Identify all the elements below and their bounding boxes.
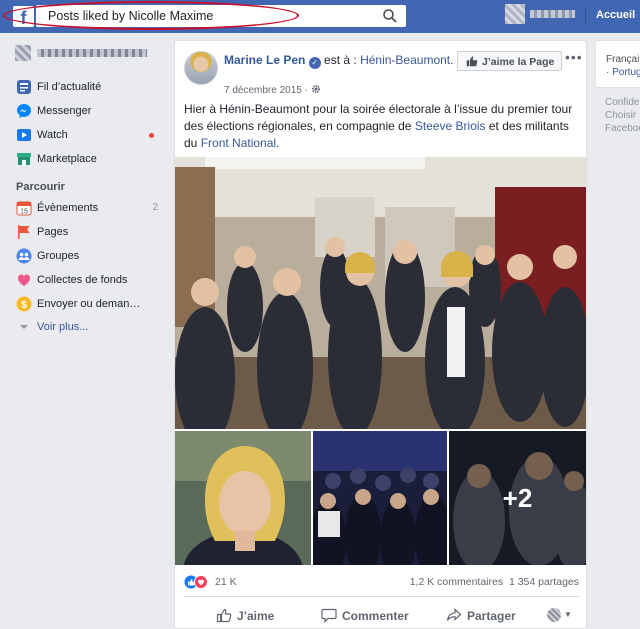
footer-links: Confide Choisir Faceboo [605,96,640,135]
profile-avatar[interactable] [15,45,31,61]
share-icon [446,608,462,621]
language-link-portuguese[interactable]: · Portug [606,67,640,78]
footer-link-choices[interactable]: Choisir [605,110,636,121]
mention-link-steeve-briois[interactable]: Steeve Briois [415,119,486,133]
more-options-icon[interactable]: ••• [565,49,583,65]
privacy-gear-icon [311,84,320,94]
user-avatar[interactable] [505,4,525,24]
topbar-divider [585,8,586,24]
money-icon: $ [16,296,32,312]
comment-icon [321,608,337,623]
fundraiser-icon [18,274,30,286]
footer-link-privacy[interactable]: Confide [605,97,639,108]
more-photos-overlay[interactable]: +2 [449,431,586,565]
location-link[interactable]: Hénin-Beaumont. [360,53,453,67]
news-feed-icon [17,80,31,94]
calendar-icon: 15 [16,201,32,216]
chevron-down-icon[interactable]: ▼ [564,610,572,619]
sidebar-item-label: Watch [37,129,68,141]
facebook-logo-icon[interactable]: f [13,6,34,27]
reaction-count[interactable]: 21 K [215,576,237,588]
sidebar-item-fundraisers[interactable]: Collectes de fonds [16,271,166,289]
post-date-text[interactable]: 7 décembre 2015 · [224,85,308,96]
search-input[interactable]: Posts liked by Nicolle Maxime [48,9,213,23]
portrait-photo [175,431,311,565]
crowd-photo [313,431,447,565]
reactions-bar: 21 K 1,2 K commentaires 1 354 partages [184,574,579,590]
at-text: est à : [324,53,357,67]
marketplace-icon [17,153,31,165]
notification-dot [149,133,154,138]
sidebar-item-groups[interactable]: Groupes [16,247,166,265]
mention-link-front-national[interactable]: Front National [201,136,276,150]
language-box: Françai · Portug [595,40,640,88]
sidebar-item-news-feed[interactable]: Fil d’actualité [16,78,166,96]
user-name-blurred[interactable] [530,10,575,18]
sidebar-item-pages[interactable]: Pages [16,223,166,241]
more-photos-count: +2 [502,482,533,513]
language-links: Françai · Portug [606,53,640,79]
like-page-button[interactable]: J’aime la Page [457,51,562,71]
sidebar-item-label: Messenger [37,105,92,117]
post-photo-3[interactable] [313,431,447,565]
chevron-down-icon [20,325,28,329]
thumbs-up-icon [466,56,478,67]
post-card: Marine Le Pen ✓ est à : Hénin-Beaumont. … [174,40,587,629]
sidebar-item-label: Groupes [37,250,80,262]
footer-link-facebook[interactable]: Faceboo [605,123,640,134]
sidebar-item-events[interactable]: 15 Évènements 2 [16,199,166,217]
sidebar-item-watch[interactable]: Watch [16,126,166,144]
svg-text:$: $ [21,300,27,311]
post-photo-main[interactable] [175,157,586,429]
sidebar-item-label: Envoyer ou deman… [37,298,141,310]
sidebar-item-messenger[interactable]: Messenger [16,102,166,120]
sidebar-see-more[interactable]: Voir plus... [16,318,166,336]
like-page-label: J’aime la Page [482,56,555,68]
post-date[interactable]: 7 décembre 2015 · [224,84,321,96]
profile-name-blurred[interactable] [37,49,147,57]
sidebar-section-title: Parcourir [16,181,65,193]
messenger-icon [17,104,31,118]
sidebar-item-label: Fil d’actualité [37,81,102,93]
search-icon[interactable] [382,8,398,24]
groups-icon [16,248,32,264]
post-header: Marine Le Pen ✓ est à : Hénin-Beaumont. [224,52,454,69]
post-photo-4-more[interactable]: +2 [449,431,586,565]
search-box[interactable]: Posts liked by Nicolle Maxime [36,5,406,27]
comment-label: Commenter [342,609,409,623]
author-name-link[interactable]: Marine Le Pen [224,53,305,67]
verified-badge-icon: ✓ [308,57,321,69]
comments-count-link[interactable]: 1,2 K commentaires [410,576,503,588]
group-photo [175,157,586,429]
see-more-label: Voir plus... [37,321,89,333]
top-bar: f Posts liked by Nicolle Maxime Accueil [0,0,640,33]
events-count: 2 [152,202,158,213]
post-text: Hier à Hénin-Beaumont pour la soirée éle… [184,101,579,152]
author-avatar[interactable] [184,51,218,85]
like-label: J’aime [237,609,275,623]
divider [184,596,579,597]
reaction-icons[interactable] [184,575,214,589]
svg-text:15: 15 [20,209,28,216]
sidebar-item-send-money[interactable]: $ Envoyer ou deman… [16,295,166,313]
viewer-avatar-selector[interactable] [547,608,561,622]
comments-shares: 1,2 K commentaires 1 354 partages [410,576,579,588]
sidebar-item-label: Collectes de fonds [37,274,128,286]
home-link[interactable]: Accueil [596,9,635,21]
flag-icon [18,225,30,239]
thumbs-up-icon [216,608,232,623]
sidebar-item-marketplace[interactable]: Marketplace [16,150,166,168]
sidebar-item-label: Pages [37,226,69,238]
post-text-part: . [276,136,280,150]
shares-count-link[interactable]: 1 354 partages [509,576,579,588]
post-photo-2[interactable] [175,431,311,565]
language-current: Françai [606,54,640,65]
watch-icon [17,129,31,141]
share-label: Partager [467,609,516,623]
sidebar-item-label: Évènements [37,202,99,214]
sidebar-item-label: Marketplace [37,153,97,165]
